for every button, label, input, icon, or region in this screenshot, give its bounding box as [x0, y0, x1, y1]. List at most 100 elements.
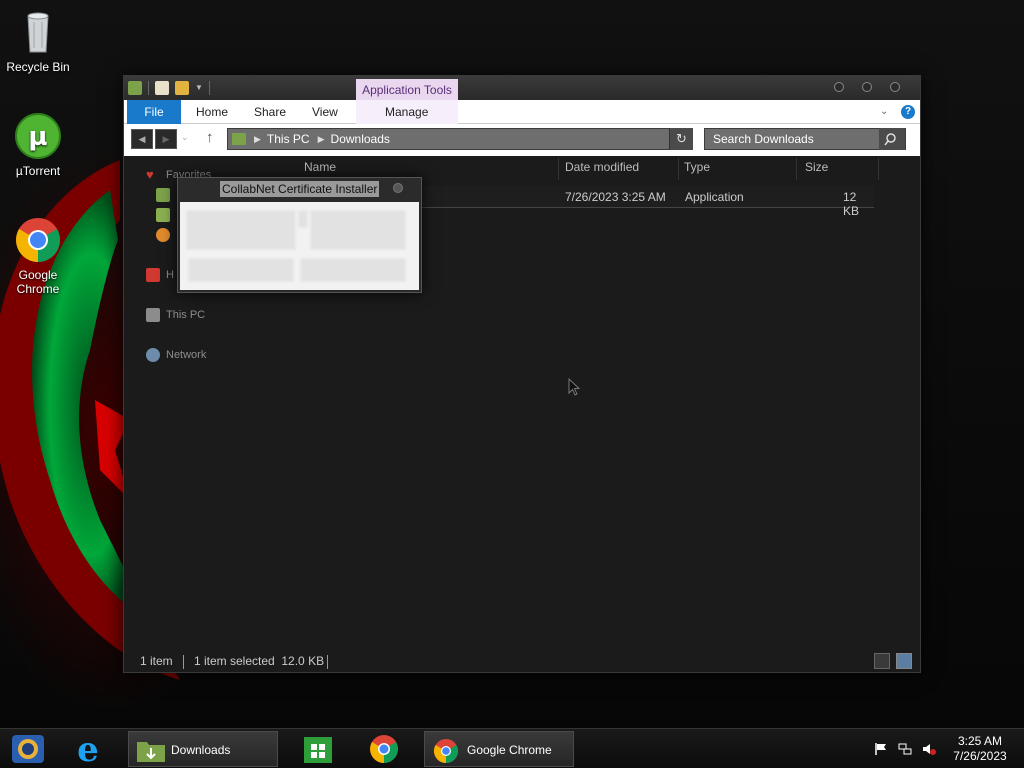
start-button[interactable]: [6, 731, 50, 767]
file-date: 7/26/2023 3:25 AM: [565, 190, 666, 204]
network-icon[interactable]: [898, 742, 912, 756]
title-bar[interactable]: ▼ Application Tools: [124, 76, 920, 101]
dialog-close-button[interactable]: [393, 183, 403, 193]
dialog-content-area: [310, 210, 406, 250]
refresh-button[interactable]: ↻: [669, 128, 693, 150]
desktop-icon-label: Google Chrome: [16, 268, 60, 296]
desktop-icon-utorrent[interactable]: µ µTorrent: [0, 112, 76, 178]
nav-item-this-pc[interactable]: This PC: [146, 306, 205, 324]
desktop-icon-recycle-bin[interactable]: Recycle Bin: [0, 8, 76, 74]
svg-text:e: e: [77, 731, 99, 767]
breadcrumb-downloads[interactable]: Downloads: [331, 132, 390, 146]
downloads-folder-icon: [137, 742, 165, 762]
separator: [209, 81, 210, 95]
desktop-icon-chrome[interactable]: Google Chrome: [0, 216, 76, 296]
dialog-content-area: [298, 210, 308, 228]
chevron-down-icon[interactable]: ▼: [195, 81, 203, 95]
column-divider: [796, 158, 797, 180]
start-orb-icon: [12, 735, 44, 763]
clock-time: 3:25 AM: [957, 734, 1003, 748]
utorrent-icon: µ: [15, 113, 61, 159]
tab-home[interactable]: Home: [196, 100, 228, 124]
nav-item-label: This PC: [166, 309, 206, 321]
column-header-name[interactable]: Name: [304, 160, 336, 178]
dialog-button[interactable]: [188, 258, 294, 282]
system-clock[interactable]: 3:25 AM 7/26/2023: [944, 734, 1016, 764]
help-icon[interactable]: ?: [901, 105, 915, 119]
quick-access-toolbar: ▼: [128, 80, 210, 96]
svg-text:µ: µ: [28, 122, 47, 152]
taskbar-chrome-pinned[interactable]: [362, 731, 406, 767]
status-separator: [183, 655, 184, 669]
collabnet-installer-dialog: CollabNet Certificate Installer: [177, 177, 422, 293]
desktop-icon-label: Recycle Bin: [6, 60, 70, 74]
breadcrumb-this-pc[interactable]: This PC: [267, 132, 310, 146]
maximize-button[interactable]: [862, 82, 872, 92]
file-size: 12 KB: [843, 190, 860, 218]
downloads-icon: [156, 208, 170, 222]
separator: [148, 81, 149, 95]
search-icon: [884, 133, 896, 146]
action-center-flag-icon[interactable]: [874, 742, 888, 756]
column-header-size[interactable]: Size: [805, 160, 828, 178]
recent-locations-icon[interactable]: ⌄: [181, 132, 189, 143]
dialog-body: [180, 202, 419, 290]
up-arrow-icon[interactable]: ↑: [206, 129, 214, 146]
minimize-button[interactable]: [834, 82, 844, 92]
homegroup-icon: [146, 268, 160, 282]
ribbon-tabs: File Home Share View Manage ⌄ ?: [124, 100, 920, 124]
taskbar-internet-explorer[interactable]: e: [66, 730, 110, 768]
desktop-icon-label: µTorrent: [15, 164, 61, 178]
tab-file[interactable]: File: [127, 100, 181, 124]
address-bar[interactable]: ▶ This PC ▶ Downloads: [227, 128, 693, 150]
breadcrumb-arrow-icon: ▶: [317, 133, 325, 144]
taskbar: e Downloads Google Chrome 3:25 AM 7/26/2…: [0, 728, 1024, 768]
volume-muted-icon[interactable]: [922, 742, 936, 756]
nav-item-favorite-1[interactable]: [156, 186, 170, 204]
status-item-count: 1 item: [140, 654, 173, 668]
column-header-type[interactable]: Type: [684, 160, 710, 178]
back-button[interactable]: ◀: [131, 129, 153, 149]
heart-icon: ♥: [146, 167, 154, 182]
properties-icon[interactable]: [155, 81, 169, 95]
taskbar-label: Google Chrome: [467, 743, 552, 757]
ribbon-expand-icon[interactable]: ⌄: [880, 100, 888, 124]
close-button[interactable]: [890, 82, 900, 92]
computer-icon: [146, 308, 160, 322]
chrome-icon: [16, 218, 60, 262]
new-folder-icon[interactable]: [175, 81, 189, 95]
column-divider: [878, 158, 879, 180]
tab-share[interactable]: Share: [254, 100, 286, 124]
file-type: Application: [685, 190, 744, 204]
recycle-bin-icon: [27, 12, 49, 53]
search-input[interactable]: Search Downloads: [704, 128, 906, 150]
forward-button[interactable]: ▶: [155, 129, 177, 149]
nav-item-homegroup[interactable]: H: [146, 266, 174, 284]
taskbar-google-chrome[interactable]: Google Chrome: [424, 731, 574, 767]
nav-item-label: Network: [166, 349, 207, 361]
column-divider: [678, 158, 679, 180]
navigation-bar: ◀ ▶ ⌄ ↑ ▶ This PC ▶ Downloads ↻ Search D…: [124, 124, 920, 156]
chrome-icon: [433, 739, 459, 763]
details-view-icon[interactable]: [874, 653, 890, 669]
chrome-icon: [370, 735, 398, 763]
status-bar: 1 item 1 item selected 12.0 KB: [124, 652, 920, 672]
nav-item-favorite-3[interactable]: [156, 226, 170, 244]
nav-item-network[interactable]: Network: [146, 346, 206, 364]
mouse-cursor-icon: [568, 378, 580, 396]
dialog-button[interactable]: [300, 258, 406, 282]
network-icon: [146, 348, 160, 362]
column-divider: [558, 158, 559, 180]
folder-icon: [128, 81, 142, 95]
large-icons-view-icon[interactable]: [896, 653, 912, 669]
taskbar-store[interactable]: [296, 731, 340, 767]
contextual-tab-application-tools: Application Tools: [356, 79, 458, 101]
search-button[interactable]: [879, 128, 905, 150]
tab-view[interactable]: View: [312, 100, 338, 124]
taskbar-explorer-downloads[interactable]: Downloads: [128, 731, 278, 767]
breadcrumb-arrow-icon: ▶: [254, 133, 261, 144]
column-header-date[interactable]: Date modified: [565, 160, 639, 178]
tab-manage[interactable]: Manage: [385, 100, 428, 124]
desktop-icon: [156, 188, 170, 202]
nav-item-favorite-2[interactable]: [156, 206, 170, 224]
